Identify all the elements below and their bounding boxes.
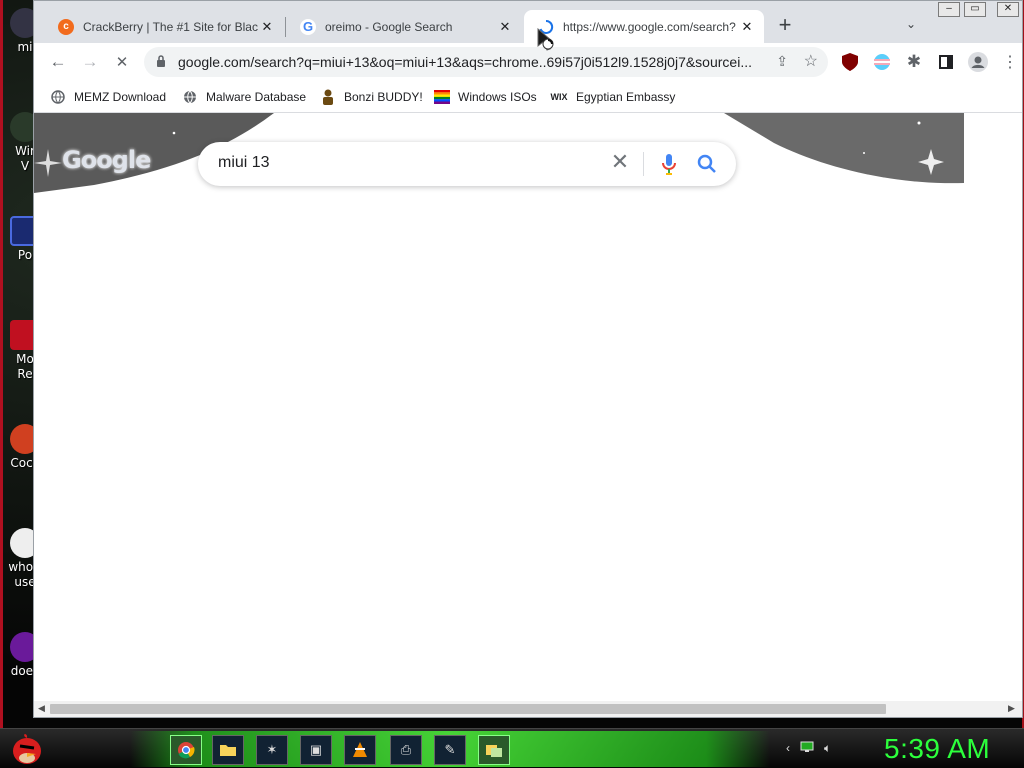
tab-strip: c CrackBerry | The #1 Site for Blac ✕ G … [34,1,1022,43]
url-text: google.com/search?q=miui+13&oq=miui+13&a… [178,54,752,70]
microphone-icon[interactable] [658,152,680,176]
bookmark-bonzi-buddy[interactable]: Bonzi BUDDY! [320,86,423,108]
globe-icon [182,89,198,105]
tab-crackberry[interactable]: c CrackBerry | The #1 Site for Blac ✕ [44,10,284,43]
tab-title: CrackBerry | The #1 Site for Blac [83,19,258,34]
start-button-angry-bird-icon[interactable] [10,731,44,767]
browser-toolbar: ← → ✕ google.com/search?q=miui+13&oq=miu… [34,43,1022,81]
forward-button[interactable]: → [80,52,100,72]
search-input[interactable]: miui 13 [218,154,270,172]
taskbar-clock[interactable]: 5:39 AM [884,733,990,765]
tab-title: oreimo - Google Search [325,19,453,34]
close-tab-icon[interactable]: ✕ [496,18,514,36]
folder-taskbar-icon[interactable] [212,735,244,765]
network-icon[interactable] [800,741,814,756]
scroll-left-arrow-icon[interactable]: ◀ [38,703,45,714]
bonzi-icon [320,89,336,105]
search-box[interactable]: miui 13 ✕ [198,142,736,186]
paint-taskbar-icon[interactable]: ✎ [434,735,466,765]
chrome-taskbar-icon[interactable] [170,735,202,765]
bookmark-windows-isos[interactable]: Windows ISOs [434,86,537,108]
close-window-button[interactable]: ✕ [997,2,1019,17]
printer-taskbar-icon[interactable]: ⎙ [390,735,422,765]
bookmark-memz[interactable]: MEMZ Download [50,86,166,108]
bookmark-label: Bonzi BUDDY! [344,90,423,104]
terminal-taskbar-icon[interactable]: ▣ [300,735,332,765]
busy-cursor-icon [537,28,554,51]
explorer-taskbar-icon[interactable] [478,735,510,765]
maximize-button[interactable]: ▭ [964,2,986,17]
new-tab-button[interactable]: + [774,14,796,37]
tab-oreimo[interactable]: G oreimo - Google Search ✕ [286,10,522,43]
clear-search-button[interactable]: ✕ [608,151,632,175]
ublock-extension-icon[interactable] [840,52,860,72]
taskbar: ✶ ▣ ⎙ ✎ ‹ 🔈︎ 5:39 AM [0,728,1024,768]
show-hidden-icons-chevron-icon[interactable]: ‹ [786,741,790,756]
rainbow-flag-icon [434,89,450,105]
vlc-taskbar-icon[interactable] [344,735,376,765]
horizontal-scrollbar[interactable]: ◀ ▶ [34,701,1022,717]
spider-taskbar-icon[interactable]: ✶ [256,735,288,765]
scrollbar-thumb[interactable] [50,704,886,714]
kebab-menu-icon[interactable]: ⋮ [1000,52,1020,72]
system-tray: ‹ 🔈︎ [786,741,831,756]
desktop-icon-label: Po [17,248,33,262]
bookmark-star-icon[interactable]: ☆ [804,51,818,71]
vertical-scrollbar[interactable] [1010,113,1022,701]
bookmark-label: Egyptian Embassy [576,90,676,104]
tab-title: https://www.google.com/search? [563,19,736,34]
wix-icon: WIX [550,92,568,102]
google-doodle-logo[interactable]: Google [62,146,151,174]
address-bar[interactable]: google.com/search?q=miui+13&oq=miui+13&a… [144,47,828,77]
crackberry-favicon-icon: c [58,18,74,35]
page-viewport: Google miui 13 ✕ [34,113,1022,701]
google-favicon-icon: G [300,18,316,35]
bookmark-egyptian-embassy[interactable]: WIX Egyptian Embassy [550,86,676,108]
trans-flag-extension-icon[interactable] [872,52,892,72]
back-button[interactable]: ← [48,52,68,72]
search-magnifier-icon[interactable] [695,152,719,176]
share-icon[interactable]: ⇪ [776,53,788,70]
lock-icon[interactable] [156,54,166,70]
desktop-icon-label: Mo Re [16,352,34,381]
minimize-button[interactable]: – [938,2,960,17]
globe-icon [50,89,66,105]
desktop-icon-label: Wir V [15,144,35,173]
scroll-right-arrow-icon[interactable]: ▶ [1008,703,1015,714]
desktop-icon-label: mi [17,40,33,54]
profile-avatar-icon[interactable] [968,52,988,72]
bookmark-label: Windows ISOs [458,90,537,104]
volume-icon[interactable]: 🔈︎ [824,741,831,756]
tab-search-chevron-icon[interactable]: ⌄ [906,17,916,31]
close-tab-icon[interactable]: ✕ [738,18,756,36]
bookmarks-bar: MEMZ Download Malware Database Bonzi BUD… [34,81,1022,113]
bookmark-malware-database[interactable]: Malware Database [182,86,306,108]
stop-loading-button[interactable]: ✕ [112,52,132,72]
bookmark-label: Malware Database [206,90,307,104]
search-divider [643,152,644,176]
bookmark-label: MEMZ Download [74,90,167,104]
extensions-puzzle-icon[interactable]: ✱ [904,52,924,72]
close-tab-icon[interactable]: ✕ [258,18,276,36]
side-panel-icon[interactable] [936,52,956,72]
browser-window: c CrackBerry | The #1 Site for Blac ✕ G … [33,0,1023,718]
